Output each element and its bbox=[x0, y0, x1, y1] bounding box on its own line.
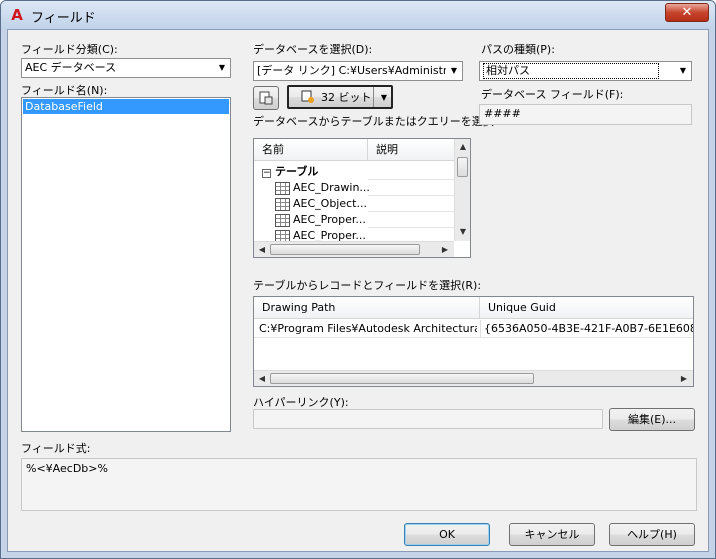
scroll-right-icon[interactable]: ▶ bbox=[438, 243, 452, 257]
record-row[interactable]: C:¥Program Files¥Autodesk Architectural.… bbox=[254, 320, 693, 338]
chevron-down-icon: ▼ bbox=[218, 63, 226, 72]
autocad-app-icon: A bbox=[11, 6, 23, 24]
field-name-label: フィールド名(N): bbox=[21, 84, 108, 97]
record-header-unique-guid[interactable]: Unique Guid bbox=[480, 297, 693, 319]
tree-vertical-scrollbar[interactable]: ▲ ▼ bbox=[454, 139, 470, 241]
field-name-list[interactable]: DatabaseField bbox=[21, 97, 231, 432]
path-type-value: 相対パス bbox=[483, 63, 659, 79]
field-dialog: A フィールド ✕ フィールド分類(C): AEC データベース ▼ フィールド… bbox=[0, 0, 716, 559]
field-expression-box: %<¥AecDb>% bbox=[21, 458, 697, 511]
tree-item-label: AEC_Drawin... bbox=[293, 181, 370, 194]
tree-item[interactable]: AEC_Drawin... bbox=[275, 180, 370, 196]
record-horizontal-scrollbar[interactable]: ◀ ▶ bbox=[254, 370, 693, 386]
scroll-down-icon[interactable]: ▼ bbox=[456, 225, 470, 239]
chevron-down-icon: ▼ bbox=[679, 66, 687, 75]
edit-hyperlink-button[interactable]: 編集(E)... bbox=[609, 408, 695, 431]
database-icon bbox=[301, 90, 315, 104]
scroll-thumb[interactable] bbox=[270, 244, 420, 255]
field-category-value: AEC データベース bbox=[25, 61, 117, 74]
database-select-value: [データ リンク] C:¥Users¥Administrator bbox=[257, 64, 463, 77]
close-button[interactable]: ✕ bbox=[665, 3, 709, 22]
field-name-item-selected[interactable]: DatabaseField bbox=[23, 99, 229, 114]
path-type-dropdown[interactable]: 相対パス ▼ bbox=[479, 61, 692, 81]
chevron-down-icon: ▼ bbox=[380, 93, 387, 102]
row-divider bbox=[368, 227, 454, 228]
scroll-up-icon[interactable]: ▲ bbox=[456, 140, 470, 154]
record-grid[interactable]: Drawing Path Unique Guid C:¥Program File… bbox=[253, 296, 694, 387]
row-divider bbox=[368, 211, 454, 212]
bitness-value: 32 ビット bbox=[321, 91, 372, 104]
tree-header-description[interactable]: 説明 bbox=[368, 139, 454, 161]
record-cell-path: C:¥Program Files¥Autodesk Architectural.… bbox=[259, 322, 477, 335]
help-button[interactable]: ヘルプ(H) bbox=[609, 523, 695, 546]
tree-group-label: テーブル bbox=[275, 165, 319, 178]
field-category-label: フィールド分類(C): bbox=[21, 43, 118, 56]
dialog-body: フィールド分類(C): AEC データベース ▼ フィールド名(N): Data… bbox=[7, 29, 709, 552]
tree-horizontal-scrollbar[interactable]: ◀ ▶ bbox=[254, 241, 454, 257]
table-icon bbox=[275, 213, 290, 227]
tree-item-label: AEC_Object... bbox=[293, 197, 367, 210]
scroll-left-icon[interactable]: ◀ bbox=[255, 243, 269, 257]
database-select-dropdown[interactable]: [データ リンク] C:¥Users¥Administrator ▼ bbox=[253, 61, 463, 81]
field-category-dropdown[interactable]: AEC データベース ▼ bbox=[21, 58, 231, 78]
tree-item-label: AEC_Proper... bbox=[293, 213, 366, 226]
cancel-button[interactable]: キャンセル bbox=[509, 523, 595, 546]
tree-item[interactable]: AEC_Object... bbox=[275, 196, 367, 212]
scroll-left-icon[interactable]: ◀ bbox=[255, 372, 269, 386]
title-bar[interactable]: A フィールド ✕ bbox=[1, 1, 715, 29]
table-tree-view[interactable]: 名前 説明 − テーブル AEC_Drawin... AEC_Object... … bbox=[253, 138, 471, 258]
dialog-title: フィールド bbox=[31, 11, 96, 26]
hyperlink-field[interactable] bbox=[253, 409, 603, 429]
field-expression-label: フィールド式: bbox=[21, 442, 91, 455]
record-cell-guid: {6536A050-4B3E-421F-A0B7-6E1E608... bbox=[484, 322, 693, 335]
record-field-label: テーブルからレコードとフィールドを選択(R): bbox=[253, 279, 482, 292]
ok-button[interactable]: OK bbox=[404, 523, 490, 546]
hyperlink-label: ハイパーリンク(Y): bbox=[253, 396, 349, 409]
tree-group-tables[interactable]: − テーブル bbox=[262, 164, 318, 180]
table-icon bbox=[275, 197, 290, 211]
tree-header-name[interactable]: 名前 bbox=[254, 139, 368, 161]
scroll-thumb[interactable] bbox=[270, 373, 534, 384]
collapse-icon[interactable]: − bbox=[262, 169, 271, 178]
table-icon bbox=[275, 181, 290, 195]
dropdown-divider bbox=[373, 87, 374, 107]
path-type-label: パスの種類(P): bbox=[481, 43, 555, 56]
tree-item[interactable]: AEC_Proper... bbox=[275, 212, 366, 228]
database-select-label: データベースを選択(D): bbox=[253, 43, 373, 56]
browse-database-button[interactable] bbox=[253, 86, 279, 110]
cell-divider bbox=[480, 320, 481, 338]
scroll-thumb[interactable] bbox=[457, 157, 468, 177]
row-divider bbox=[368, 195, 454, 196]
record-header-drawing-path[interactable]: Drawing Path bbox=[254, 297, 480, 319]
database-field-label: データベース フィールド(F): bbox=[481, 88, 624, 101]
scroll-right-icon[interactable]: ▶ bbox=[677, 372, 691, 386]
table-query-label: データベースからテーブルまたはクエリーを選択 bbox=[253, 115, 494, 128]
row-divider bbox=[368, 179, 454, 180]
bitness-dropdown[interactable]: 32 ビット ▼ bbox=[287, 85, 393, 109]
chevron-down-icon: ▼ bbox=[446, 62, 462, 80]
database-browse-icon bbox=[259, 91, 273, 105]
database-field-value: #### bbox=[479, 104, 692, 125]
